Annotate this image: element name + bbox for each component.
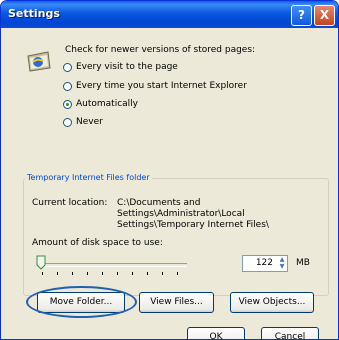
help-button[interactable]: ? <box>291 5 312 26</box>
radio-button[interactable] <box>63 81 72 91</box>
ok-button[interactable]: OK <box>187 327 245 339</box>
radio-label: Automatically <box>76 99 138 109</box>
radio-every-visit[interactable]: Every visit to the page <box>63 61 178 73</box>
disk-space-unit: MB <box>296 258 310 268</box>
group-title: Temporary Internet Files folder <box>25 173 152 182</box>
slider-ticks <box>42 272 187 275</box>
disk-space-slider[interactable] <box>42 263 187 267</box>
radio-button[interactable] <box>63 99 72 109</box>
radio-label: Every visit to the page <box>76 62 178 72</box>
location-line: Settings\Administrator\Local <box>117 209 245 219</box>
check-newer-versions-label: Check for newer versions of stored pages… <box>65 45 256 55</box>
radio-button[interactable] <box>63 117 72 127</box>
temporary-files-icon <box>27 51 51 72</box>
spin-up-icon[interactable]: ▲ <box>277 256 287 263</box>
radio-automatically[interactable]: Automatically <box>63 98 138 110</box>
view-objects-button[interactable]: View Objects... <box>230 292 314 313</box>
current-location-label: Current location: <box>32 198 108 208</box>
slider-thumb[interactable] <box>36 255 46 270</box>
location-line: C:\Documents and <box>117 198 201 208</box>
radio-label: Every time you start Internet Explorer <box>76 81 247 91</box>
temporary-files-group <box>23 178 329 296</box>
disk-space-label: Amount of disk space to use: <box>32 238 163 248</box>
title-bar[interactable]: Settings ? X <box>1 1 338 28</box>
current-location-value: C:\Documents and Settings\Administrator\… <box>117 198 277 231</box>
radio-label: Never <box>76 117 103 127</box>
window-title: Settings <box>8 7 60 20</box>
view-files-button[interactable]: View Files... <box>139 292 214 313</box>
cancel-button[interactable]: Cancel <box>261 327 319 339</box>
radio-button[interactable] <box>63 62 72 72</box>
dialog-body: Check for newer versions of stored pages… <box>4 28 335 339</box>
radio-every-start[interactable]: Every time you start Internet Explorer <box>63 80 247 92</box>
radio-never[interactable]: Never <box>63 116 103 128</box>
disk-space-spinner[interactable]: ▲ ▼ <box>277 256 287 271</box>
spin-down-icon[interactable]: ▼ <box>277 263 287 270</box>
location-line: Settings\Temporary Internet Files\ <box>117 220 269 230</box>
close-button[interactable]: X <box>314 5 335 26</box>
settings-dialog: Settings ? X Check for newer versions of… <box>0 0 339 340</box>
highlight-ellipse <box>26 286 137 318</box>
